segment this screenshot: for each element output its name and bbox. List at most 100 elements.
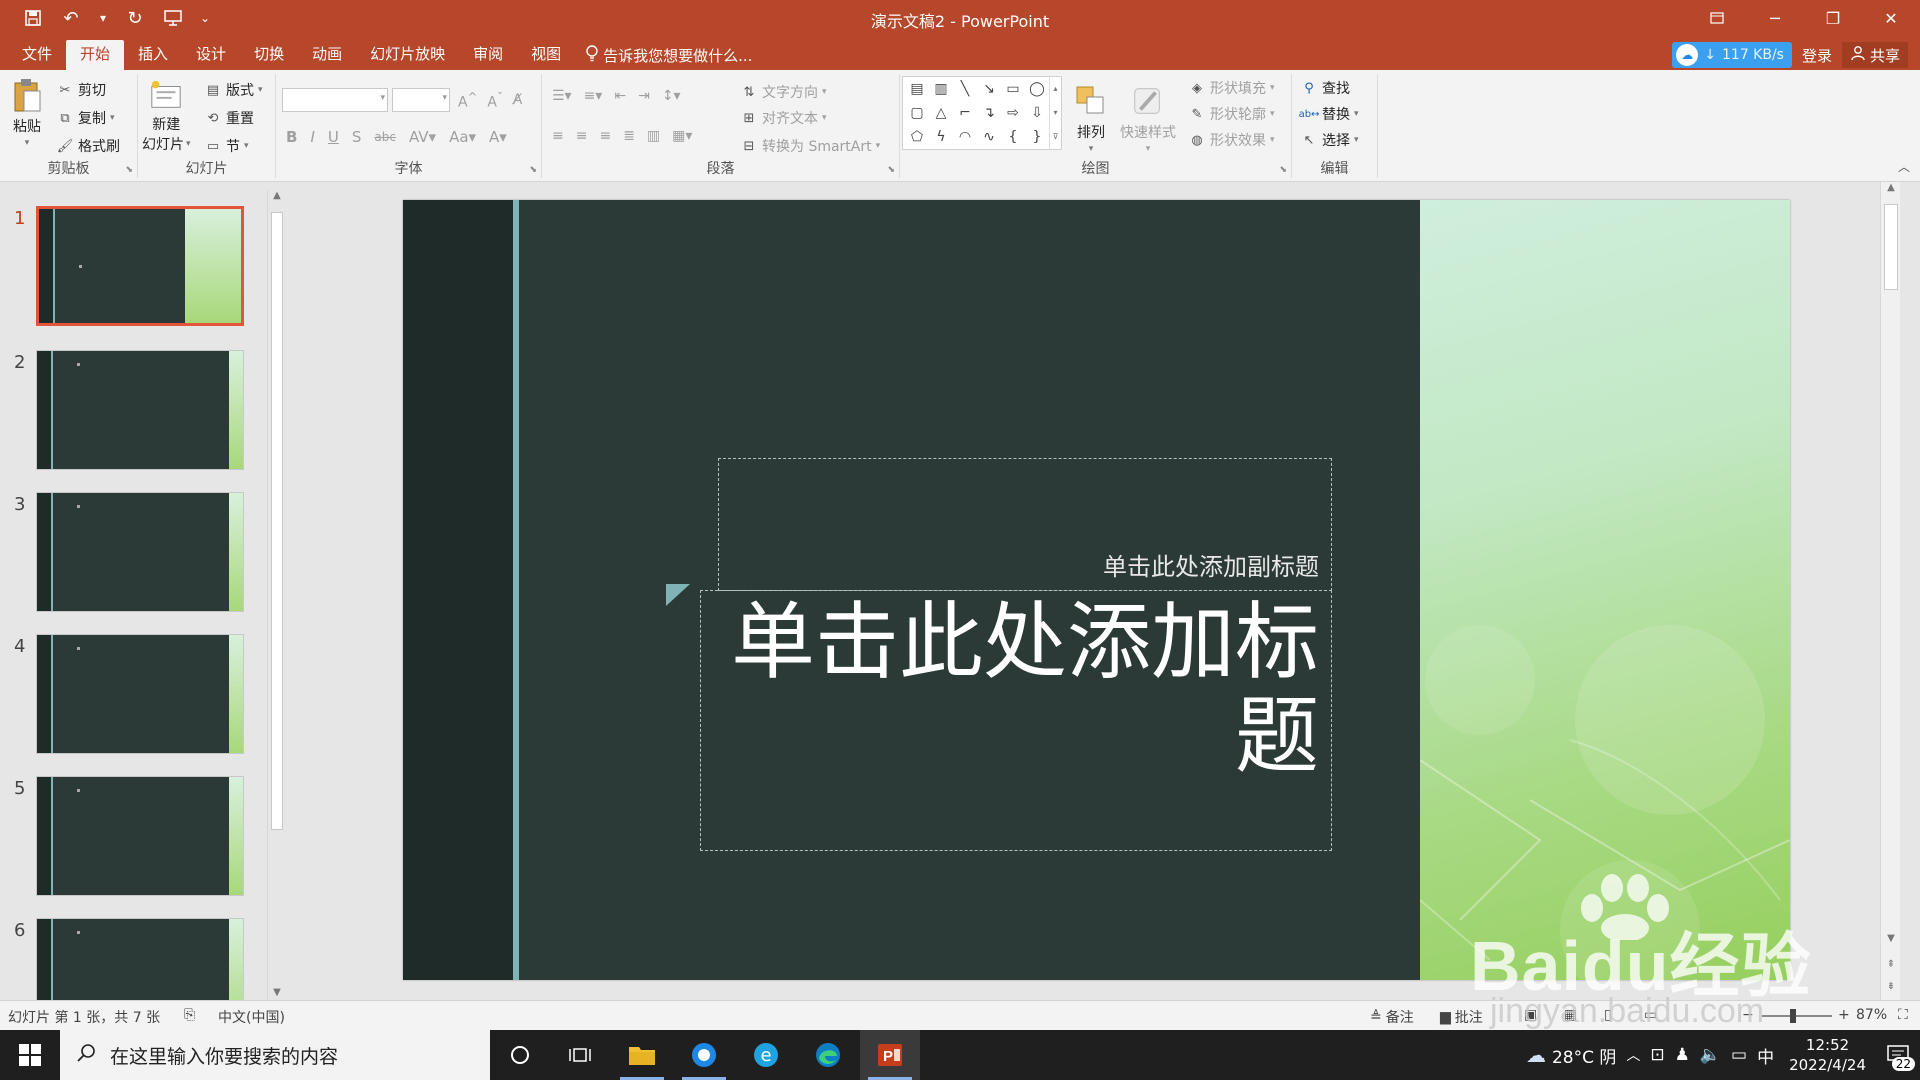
- tab-view[interactable]: 视图: [517, 40, 575, 70]
- section-button[interactable]: ▭ 节 ▾: [204, 136, 249, 156]
- editing-vertical-scrollbar[interactable]: ▲ ▼ ⇞ ⇟: [1880, 182, 1900, 1000]
- convert-smartart-button[interactable]: ⊟ 转换为 SmartArt ▾: [740, 136, 881, 156]
- task-view-icon[interactable]: [550, 1030, 610, 1080]
- copy-button[interactable]: ⧉ 复制 ▾: [56, 108, 114, 128]
- underline-icon[interactable]: U: [328, 128, 339, 146]
- replace-button[interactable]: ab↔ 替换 ▾: [1299, 104, 1359, 124]
- new-slide-button[interactable]: 新建 幻灯片 ▾: [142, 76, 191, 154]
- comments-button[interactable]: ▆ 批注: [1440, 1007, 1483, 1027]
- vertical-textbox-shape-icon[interactable]: ▥: [931, 79, 951, 99]
- columns-icon[interactable]: ▦▾: [672, 128, 692, 144]
- powerpoint-app-icon[interactable]: P: [860, 1030, 920, 1080]
- font-launcher-icon[interactable]: ⬊: [529, 165, 537, 175]
- slide-thumbnail[interactable]: 6: [14, 918, 244, 1000]
- collapse-ribbon-icon[interactable]: ︿: [1898, 158, 1910, 175]
- line-shape-icon[interactable]: ╲: [955, 79, 975, 99]
- fit-slide-icon[interactable]: ⛶: [1898, 1007, 1908, 1023]
- bold-icon[interactable]: B: [286, 128, 297, 146]
- right-brace-shape-icon[interactable]: }: [1027, 127, 1047, 147]
- qq-tray-icon[interactable]: ♟: [1670, 1030, 1695, 1080]
- quick-styles-button[interactable]: 快速样式 ▾: [1120, 82, 1176, 154]
- decrease-indent-icon[interactable]: ⇤: [614, 88, 626, 104]
- qq-browser-icon[interactable]: [674, 1030, 734, 1080]
- shape-fill-button[interactable]: ◈ 形状填充 ▾: [1188, 78, 1275, 98]
- file-explorer-icon[interactable]: [612, 1030, 672, 1080]
- align-right-icon[interactable]: ≡: [599, 128, 611, 144]
- paste-button[interactable]: 粘贴 ▾: [10, 76, 44, 148]
- shapes-gallery[interactable]: ▤ ▥ ╲ ↘ ▭ ◯ ▢ △ ⌐ ↴ ⇨ ⇩ ⬠ ϟ ◠ ∿ { } ▴ ▾ ⊽: [902, 76, 1062, 150]
- shape-effects-button[interactable]: ◍ 形状效果 ▾: [1188, 130, 1274, 150]
- volume-icon[interactable]: 🔈: [1695, 1030, 1726, 1080]
- drawing-launcher-icon[interactable]: ⬊: [1279, 165, 1287, 175]
- notes-button[interactable]: ≜ 备注: [1370, 1007, 1414, 1027]
- slide-sorter-icon[interactable]: ▦: [1564, 1007, 1577, 1023]
- strikethrough-icon[interactable]: abc: [374, 130, 396, 144]
- taskbar-search-box[interactable]: 在这里输入你要搜索的内容: [60, 1030, 490, 1080]
- scroll-up-icon[interactable]: ▲: [268, 190, 286, 201]
- reading-view-icon[interactable]: ▯: [1604, 1007, 1612, 1023]
- arc-shape-icon[interactable]: ◠: [955, 127, 975, 147]
- normal-view-icon[interactable]: ▣: [1524, 1007, 1537, 1023]
- clear-formatting-icon[interactable]: A̸: [513, 92, 523, 108]
- curve-shape-icon[interactable]: ∿: [979, 127, 999, 147]
- bullets-icon[interactable]: ☰▾: [552, 88, 572, 104]
- tell-me-search[interactable]: 告诉我您想要做什么...: [575, 40, 762, 70]
- weather-widget[interactable]: ☁ 28°C 阴: [1521, 1030, 1621, 1080]
- rectangle-shape-icon[interactable]: ▭: [1003, 79, 1023, 99]
- tab-transitions[interactable]: 切换: [240, 40, 298, 70]
- zoom-slider[interactable]: [1762, 1015, 1832, 1017]
- notification-center-icon[interactable]: 22: [1876, 1030, 1920, 1080]
- down-arrow-shape-icon[interactable]: ⇩: [1027, 103, 1047, 123]
- font-color-icon[interactable]: A▾: [489, 128, 507, 146]
- justify-icon[interactable]: ≣: [623, 128, 635, 144]
- elbow-arrow-shape-icon[interactable]: ↴: [979, 103, 999, 123]
- select-button[interactable]: ↖ 选择 ▾: [1300, 130, 1359, 150]
- text-direction-button[interactable]: ⇅ 文字方向 ▾: [740, 82, 827, 102]
- tab-design[interactable]: 设计: [182, 40, 240, 70]
- zoom-out-icon[interactable]: −: [1742, 1007, 1754, 1023]
- language-indicator[interactable]: 中文(中国): [218, 1007, 285, 1027]
- subtitle-placeholder-box[interactable]: 单击此处添加副标题: [718, 458, 1332, 591]
- next-slide-icon[interactable]: ⇟: [1881, 981, 1901, 992]
- scrollbar-thumb[interactable]: [1884, 204, 1898, 290]
- paragraph-launcher-icon[interactable]: ⬊: [887, 165, 895, 175]
- minimize-icon[interactable]: ─: [1746, 0, 1804, 36]
- spell-check-icon[interactable]: ⎘: [184, 1007, 195, 1023]
- scroll-down-icon[interactable]: ▼: [1881, 933, 1901, 944]
- network-speed-badge[interactable]: ☁ ↓ 117 KB/s: [1672, 42, 1792, 68]
- zoom-slider-knob[interactable]: [1790, 1009, 1796, 1023]
- clipboard-launcher-icon[interactable]: ⬊: [125, 165, 133, 175]
- tab-animations[interactable]: 动画: [298, 40, 356, 70]
- slideshow-view-icon[interactable]: ▭: [1644, 1007, 1657, 1023]
- scroll-up-icon[interactable]: ▲: [1881, 182, 1901, 193]
- battery-icon[interactable]: ▭: [1726, 1030, 1752, 1080]
- tab-slideshow[interactable]: 幻灯片放映: [356, 40, 459, 70]
- find-button[interactable]: ⚲ 查找: [1300, 78, 1350, 98]
- format-painter-button[interactable]: 🖌 格式刷: [56, 136, 120, 156]
- gallery-scroll[interactable]: ▴ ▾ ⊽: [1049, 77, 1061, 149]
- tab-file[interactable]: 文件: [8, 40, 66, 70]
- numbering-icon[interactable]: ≡▾: [584, 88, 603, 104]
- edge-browser-icon[interactable]: [798, 1030, 858, 1080]
- reset-button[interactable]: ⟲ 重置: [204, 108, 254, 128]
- slide-thumbnail[interactable]: 5: [14, 776, 244, 900]
- login-link[interactable]: 登录: [1802, 45, 1832, 66]
- zoom-in-icon[interactable]: +: [1838, 1007, 1850, 1023]
- slide-thumbnail[interactable]: 3: [14, 492, 244, 616]
- distributed-icon[interactable]: ▥: [647, 128, 660, 144]
- ie-browser-icon[interactable]: e: [736, 1030, 796, 1080]
- show-hidden-icons-icon[interactable]: ︿: [1621, 1030, 1645, 1080]
- align-center-icon[interactable]: ≡: [576, 128, 588, 144]
- ribbon-display-options-icon[interactable]: [1688, 0, 1746, 36]
- clock[interactable]: 12:52 2022/4/24: [1779, 1035, 1876, 1075]
- thumbnail-scrollbar[interactable]: ▲ ▼: [267, 190, 285, 1000]
- align-text-button[interactable]: ⊞ 对齐文本 ▾: [740, 108, 827, 128]
- scroll-down-icon[interactable]: ▼: [268, 987, 286, 998]
- close-icon[interactable]: ✕: [1862, 0, 1920, 36]
- freeform-shape-icon[interactable]: ⬠: [907, 127, 927, 147]
- scrollbar-thumb[interactable]: [271, 212, 283, 830]
- share-button[interactable]: 共享: [1841, 42, 1908, 68]
- line-spacing-icon[interactable]: ↕▾: [662, 88, 681, 104]
- text-shadow-icon[interactable]: S: [352, 128, 362, 146]
- triangle-shape-icon[interactable]: △: [931, 103, 951, 123]
